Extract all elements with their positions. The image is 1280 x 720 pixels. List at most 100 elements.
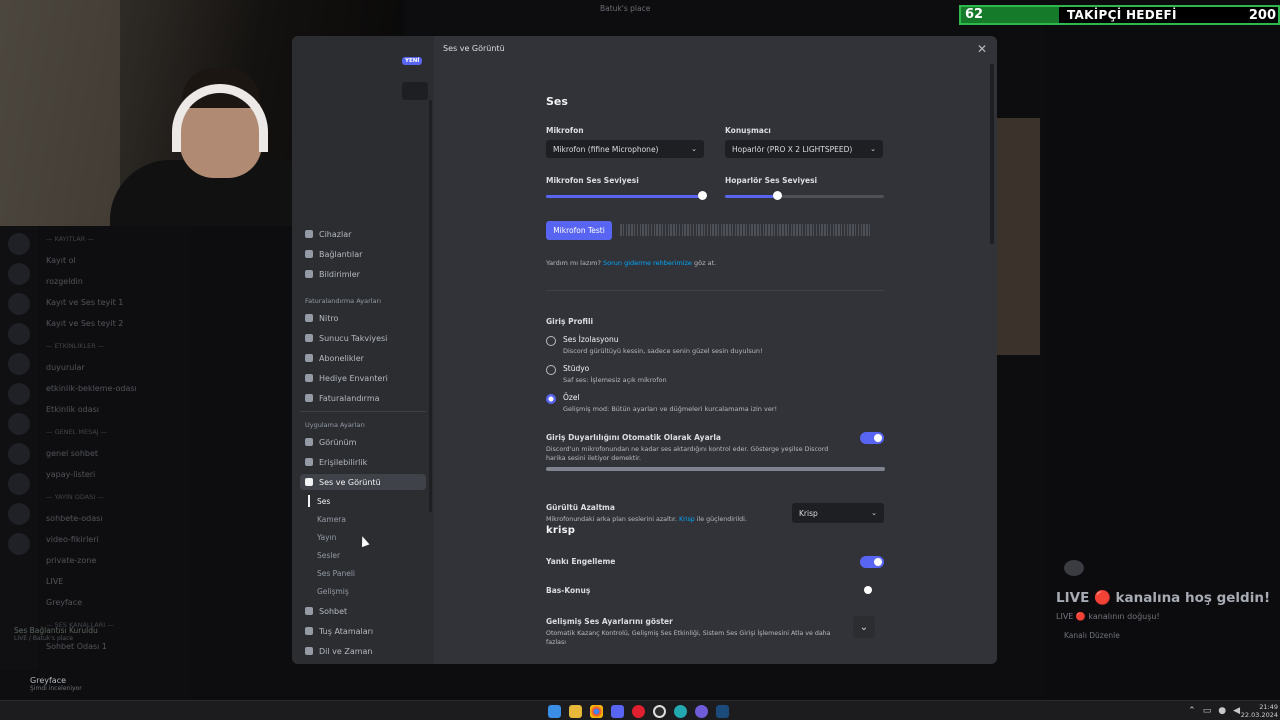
sub-item-stream[interactable]: Yayın — [317, 533, 336, 542]
channel-item[interactable]: sohbete-odası — [46, 514, 180, 527]
mic-volume-slider[interactable] — [546, 191, 707, 201]
channel-item[interactable]: video-fikirleri — [46, 535, 180, 548]
server-icon[interactable] — [8, 353, 30, 375]
channel-category[interactable]: — KAYITLAR — — [46, 235, 180, 248]
sidebar-item-connections[interactable]: Bağlantılar — [300, 246, 426, 262]
slider-handle[interactable] — [773, 191, 783, 200]
server-icon[interactable] — [8, 323, 30, 345]
channel-item[interactable]: yapay-listeri — [46, 470, 180, 483]
meter-bar — [645, 224, 647, 236]
sub-item-advanced[interactable]: Gelişmiş — [317, 587, 349, 596]
mic-select[interactable]: Mikrofon (fifine Microphone) ⌄ — [546, 140, 704, 158]
server-icon[interactable] — [8, 263, 30, 285]
chevron-up-icon[interactable]: ⌃ — [1188, 706, 1196, 716]
radio-button-selected[interactable] — [546, 394, 556, 404]
server-icon[interactable] — [8, 233, 30, 255]
slider-handle[interactable] — [697, 191, 707, 200]
noise-suppression-select[interactable]: Krisp ⌄ — [792, 503, 884, 523]
server-icon[interactable] — [8, 293, 30, 315]
app-section-header: Uygulama Ayarları — [305, 421, 365, 429]
server-icon[interactable] — [8, 413, 30, 435]
sub-item-soundboard[interactable]: Ses Paneli — [317, 569, 355, 578]
sidebar-item-gift-inventory[interactable]: Hediye Envanteri — [300, 370, 426, 386]
speaker-volume-slider[interactable] — [725, 191, 884, 201]
echo-cancellation-toggle[interactable] — [860, 556, 884, 568]
opera-icon[interactable] — [632, 705, 645, 718]
chevron-down-icon[interactable]: ⌄ — [853, 616, 875, 638]
app-icon[interactable] — [695, 705, 708, 718]
sidebar-item-server-boost[interactable]: Sunucu Takviyesi — [300, 330, 426, 346]
profile-custom[interactable]: Özel Gelişmiş mod: Bütün ayarları ve düğ… — [546, 393, 777, 413]
channel-item[interactable]: LIVE — [46, 577, 180, 590]
content-scrollbar[interactable] — [990, 64, 994, 244]
chrome-icon[interactable] — [590, 705, 603, 718]
channel-category[interactable]: — YAYIN ODASI — — [46, 493, 180, 506]
troubleshooting-link[interactable]: Sorun giderme rehberimize — [603, 259, 692, 267]
krisp-link[interactable]: Krisp — [679, 516, 695, 523]
channel-category[interactable]: — GENEL MESAJ — — [46, 428, 180, 441]
channel-item[interactable]: Kayıt ve Ses teyit 1 — [46, 298, 180, 311]
sidebar-item-devices[interactable]: Cihazlar — [300, 226, 426, 242]
sidebar-item-language[interactable]: Dil ve Zaman — [300, 643, 426, 659]
sidebar-item-subscriptions[interactable]: Abonelikler — [300, 350, 426, 366]
profile-voice-isolation[interactable]: Ses İzolasyonu Discord gürültüyü kessin,… — [546, 335, 763, 355]
obs-icon[interactable] — [653, 705, 666, 718]
steam-icon[interactable] — [716, 705, 729, 718]
meter-bar — [745, 224, 748, 236]
meter-bar — [843, 224, 846, 236]
file-explorer-icon[interactable] — [569, 705, 582, 718]
push-to-talk-toggle[interactable] — [860, 584, 884, 596]
sub-item-camera[interactable]: Kamera — [317, 515, 346, 524]
add-server-icon[interactable] — [8, 533, 30, 555]
sidebar-item-keybinds[interactable]: Tuş Atamaları — [300, 623, 426, 639]
mic-tray-icon[interactable]: ● — [1218, 706, 1226, 716]
profile-studio[interactable]: Stüdyo Saf ses: İşlemesiz açık mikrofon — [546, 364, 667, 384]
sidebar-item-notifications[interactable]: Bildirimler — [300, 266, 426, 282]
sidebar-item-voice-video[interactable]: Ses ve Görüntü — [300, 474, 426, 490]
channel-item[interactable]: Kayıt ve Ses teyit 2 — [46, 319, 180, 332]
channel-item[interactable]: Kayıt ol — [46, 256, 180, 269]
channel-item[interactable]: Etkinlik odası — [46, 405, 180, 418]
sidebar-item-billing[interactable]: Faturalandırma — [300, 390, 426, 406]
server-icon[interactable] — [8, 473, 30, 495]
sub-item-sounds[interactable]: Sesler — [317, 551, 340, 560]
edge-icon[interactable] — [674, 705, 687, 718]
channel-item[interactable]: Greyface — [46, 598, 180, 611]
meter-bar — [826, 224, 829, 236]
meter-bar — [815, 224, 818, 236]
channel-category[interactable]: — ETKİNLİKLER — — [46, 342, 180, 355]
radio-button[interactable] — [546, 336, 556, 346]
speaker-select[interactable]: Hoparlör (PRO X 2 LIGHTSPEED) ⌄ — [725, 140, 883, 158]
mic-test-button[interactable]: Mikrofon Testi — [546, 221, 612, 240]
auto-sensitivity-toggle[interactable] — [860, 432, 884, 444]
sidebar-item-chat[interactable]: Sohbet — [300, 603, 426, 619]
search-input[interactable] — [402, 82, 428, 100]
sub-item-voice[interactable]: Ses — [317, 497, 330, 506]
background-panel — [995, 118, 1040, 355]
discord-icon[interactable] — [611, 705, 624, 718]
server-icon[interactable] — [8, 383, 30, 405]
meter-bar — [692, 224, 695, 236]
keyboard-icon — [305, 627, 313, 635]
sidebar-scrollbar[interactable] — [429, 100, 432, 512]
sidebar-item-appearance[interactable]: Görünüm — [300, 434, 426, 450]
volume-icon[interactable]: ◀ — [1233, 706, 1240, 716]
sidebar-item-accessibility[interactable]: Erişilebilirlik — [300, 454, 426, 470]
sidebar-item-nitro[interactable]: Nitro — [300, 310, 426, 326]
network-icon[interactable]: ▭ — [1203, 706, 1212, 716]
server-icon[interactable] — [8, 443, 30, 465]
channel-item[interactable]: etkinlik-bekleme-odası — [46, 384, 180, 397]
radio-button[interactable] — [546, 365, 556, 375]
channel-item[interactable]: private-zone — [46, 556, 180, 569]
meter-bar — [731, 224, 734, 236]
clock[interactable]: 21:49 22.03.2024 — [1241, 703, 1278, 719]
edit-channel-link[interactable]: Kanalı Düzenle — [1056, 631, 1280, 640]
windows-start-icon[interactable] — [548, 705, 561, 718]
system-tray[interactable]: ⌃ ▭ ● ◀ — [1188, 706, 1240, 716]
channel-item[interactable]: genel sohbet — [46, 449, 180, 462]
goal-label: TAKİPÇİ HEDEFİ — [1067, 8, 1177, 22]
channel-item[interactable]: Sohbet Odası 1 — [46, 642, 180, 655]
server-icon[interactable] — [8, 503, 30, 525]
channel-item[interactable]: rozgeldin — [46, 277, 180, 290]
channel-item[interactable]: duyurular — [46, 363, 180, 376]
